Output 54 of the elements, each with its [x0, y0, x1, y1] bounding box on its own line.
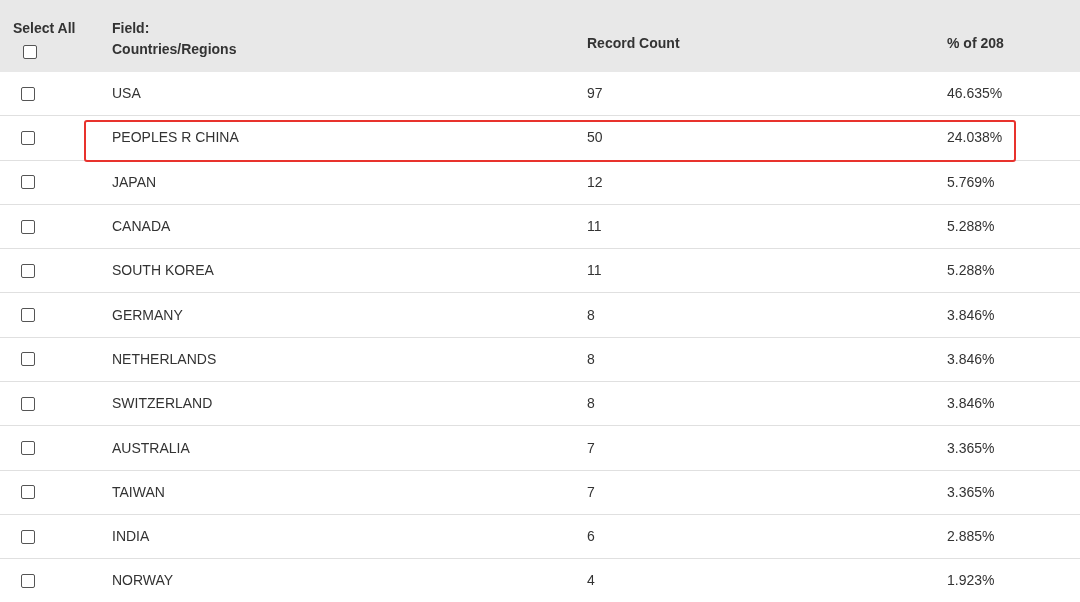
table-cell-text: 3.846% [947, 305, 996, 325]
table-cell-text: 12 [587, 172, 604, 192]
checkbox[interactable] [21, 485, 35, 500]
table-cell-text: 8 [587, 349, 596, 369]
table-cell-text: 97 [587, 84, 604, 104]
table-cell-text: 1.923% [947, 571, 996, 591]
checkbox[interactable] [21, 86, 35, 101]
checkbox[interactable] [23, 45, 37, 59]
table-cell-text: USA [112, 84, 142, 104]
table-cell-text: 5.769% [947, 172, 996, 192]
column-header: Record Count [587, 34, 680, 53]
table-cell-text: 24.038% [947, 128, 1004, 148]
table-cell-text: INDIA [112, 527, 151, 547]
checkbox[interactable] [21, 175, 35, 190]
table-cell-text: NORWAY [112, 571, 175, 591]
table-cell-text: TAIWAN [112, 482, 166, 502]
table-cell-text: 2.885% [947, 527, 996, 547]
checkbox[interactable] [21, 396, 35, 411]
table-cell-text: GERMANY [112, 305, 184, 325]
checkbox[interactable] [21, 130, 35, 145]
table-cell-text: 5.288% [947, 261, 996, 281]
checkbox[interactable] [21, 263, 35, 278]
select-all-label: Select All [13, 19, 77, 38]
table-cell-text: 8 [587, 305, 596, 325]
table-cell-text: 3.846% [947, 349, 996, 369]
table-cell-text: SWITZERLAND [112, 394, 214, 414]
table-cell-text: NETHERLANDS [112, 349, 218, 369]
checkbox[interactable] [21, 441, 35, 455]
table-cell-text: 5.288% [947, 217, 996, 237]
table-cell-text: 7 [587, 482, 596, 502]
table-cell-text: 50 [587, 128, 604, 148]
column-header: Countries/Regions [112, 40, 238, 59]
column-header: % of 208 [947, 34, 1004, 53]
checkbox[interactable] [21, 529, 35, 544]
table-cell-text: 11 [587, 261, 603, 281]
table-cell-text: 3.365% [947, 482, 996, 502]
table-cell-text: 46.635% [947, 84, 1004, 104]
checkbox[interactable] [21, 352, 35, 367]
table-cell-text: 6 [587, 527, 596, 547]
table-cell-text: SOUTH KOREA [112, 261, 215, 281]
checkbox[interactable] [21, 308, 35, 323]
table-cell-text: PEOPLES R CHINA [112, 128, 240, 148]
table-cell-text: 7 [587, 438, 596, 458]
table-cell-text: 8 [587, 394, 596, 414]
table-cell-text: CANADA [112, 217, 172, 237]
table-cell-text: JAPAN [112, 172, 158, 192]
checkbox[interactable] [21, 573, 35, 588]
checkbox[interactable] [21, 219, 35, 234]
table-cell-text: 3.846% [947, 394, 996, 414]
table-cell-text: AUSTRALIA [112, 438, 191, 458]
table-cell-text: 4 [587, 571, 596, 591]
table-cell-text: 11 [587, 217, 603, 237]
table-cell-text: 3.365% [947, 438, 996, 458]
field-label: Field: [112, 19, 151, 38]
